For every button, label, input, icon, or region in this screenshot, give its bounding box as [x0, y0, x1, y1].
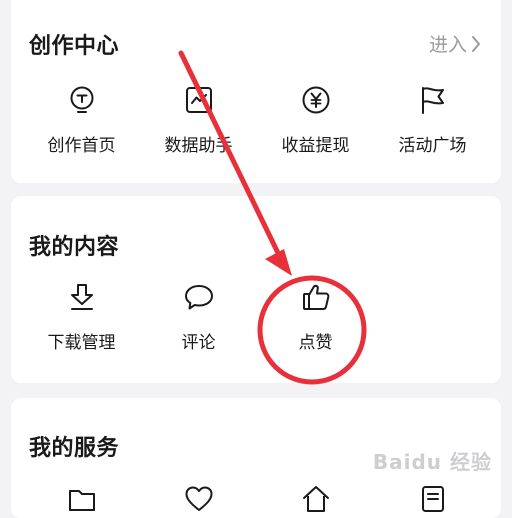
grid-item-label: 数据助手 — [164, 136, 233, 156]
download-icon — [70, 284, 93, 310]
my-content-title: 我的内容 — [29, 235, 120, 260]
grid-item-label: 创作首页 — [47, 136, 116, 156]
lightbulb-icon — [70, 86, 93, 113]
grid-item-label: 评论 — [181, 333, 216, 353]
watermark-logo: Baidu 经验 — [372, 450, 492, 474]
grid-item-service-3[interactable] — [257, 484, 374, 514]
grid-item-activity-plaza[interactable]: 活动广场 — [374, 85, 491, 156]
grid-item-service-1[interactable] — [23, 484, 140, 514]
folder-icon — [68, 490, 95, 511]
grid-item-label: 下载管理 — [47, 333, 116, 353]
grid-item-data-assistant[interactable]: 数据助手 — [140, 85, 257, 156]
grid-item-creation-home[interactable]: 创作首页 — [23, 85, 140, 156]
comment-icon — [184, 285, 213, 310]
yuan-coin-icon — [302, 86, 329, 114]
grid-item-label: 点赞 — [298, 333, 333, 353]
my-content-card: 我的内容 下载管理 评论 点赞 — [11, 196, 501, 383]
creation-center-title: 创作中心 — [29, 34, 120, 59]
home-icon — [302, 486, 329, 512]
enter-link[interactable]: 进入 — [429, 30, 481, 57]
grid-item-label: 收益提现 — [281, 136, 350, 156]
grid-item-earnings-withdraw[interactable]: 收益提现 — [257, 85, 374, 156]
thumbs-up-icon — [302, 284, 329, 310]
grid-item-service-2[interactable] — [140, 484, 257, 514]
grid-item-service-4[interactable] — [374, 484, 491, 514]
document-icon — [421, 486, 444, 512]
heart-icon — [185, 486, 212, 511]
grid-item-comments[interactable]: 评论 — [140, 282, 257, 353]
chart-icon — [185, 87, 212, 113]
creation-center-card: 创作中心 进入 创作首页 数据助手 收益提现 活动广场 — [11, 0, 501, 183]
grid-item-label: 活动广场 — [398, 136, 467, 156]
grid-item-likes[interactable]: 点赞 — [257, 282, 374, 353]
flag-icon — [421, 87, 444, 114]
enter-link-label: 进入 — [428, 34, 467, 56]
grid-item-download-manager[interactable]: 下载管理 — [23, 282, 140, 353]
chevron-right-icon — [472, 35, 480, 52]
my-services-title: 我的服务 — [29, 436, 120, 461]
